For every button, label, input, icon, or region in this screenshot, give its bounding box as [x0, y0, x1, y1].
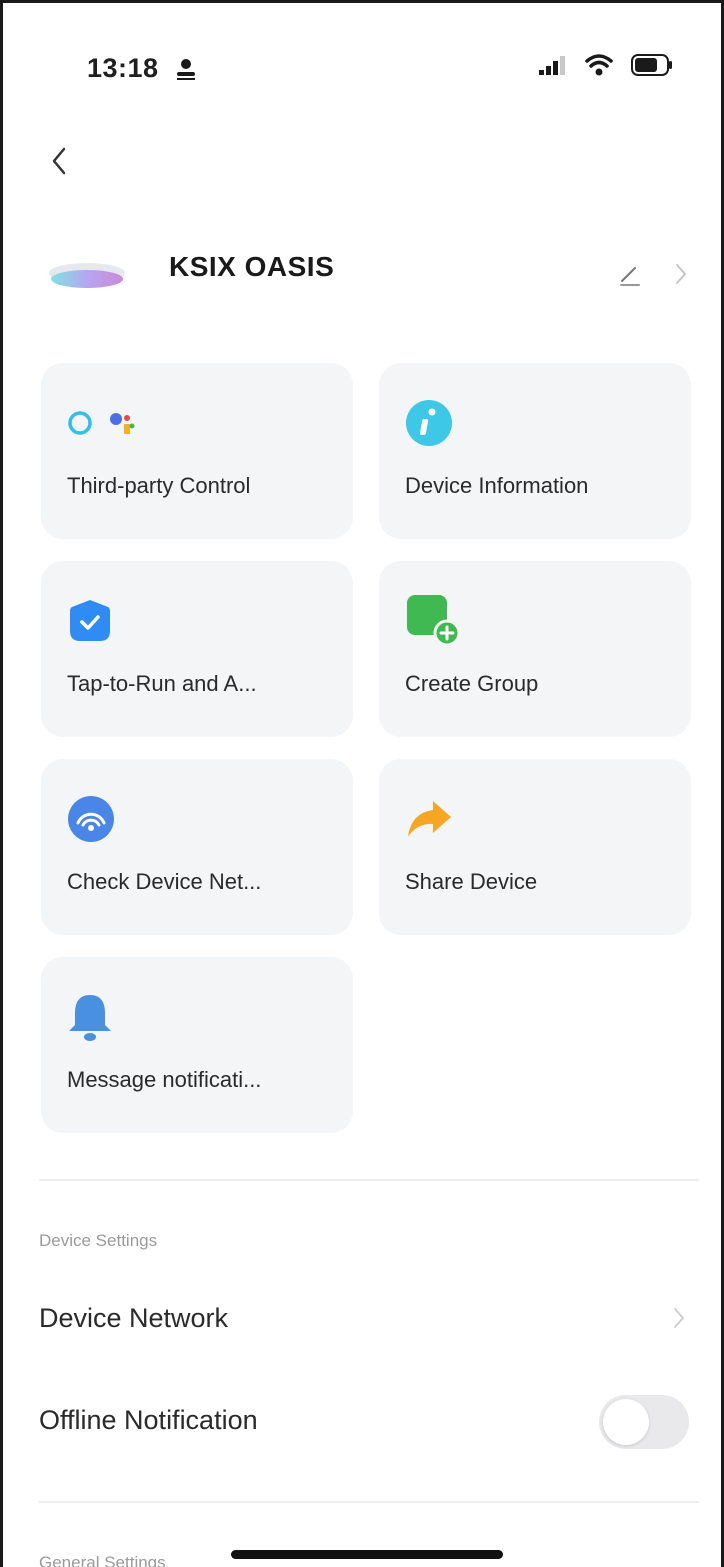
toggle-knob: [603, 1399, 649, 1445]
status-indicators: [537, 53, 673, 77]
alexa-icon: [68, 411, 92, 435]
edit-pencil-icon[interactable]: [617, 261, 643, 287]
general-settings-title: General Settings: [39, 1553, 166, 1567]
status-time: 13:18: [87, 53, 159, 83]
network-check-icon: [68, 796, 114, 842]
group-add-icon-wrap: [405, 595, 461, 647]
share-device-label: Share Device: [405, 869, 538, 894]
device-information-label: Device Information: [405, 473, 589, 498]
device-lamp-image: [49, 263, 125, 288]
tap-to-run-card[interactable]: Tap-to-Run and A...: [41, 561, 353, 737]
google-assistant-icon: [110, 413, 135, 434]
share-arrow-icon-wrap: [405, 795, 453, 843]
third-party-control-card[interactable]: Third-party Control: [41, 363, 353, 539]
wifi-icon: [585, 54, 613, 76]
home-indicator[interactable]: [231, 1550, 503, 1559]
info-icon: [406, 400, 452, 446]
phone-screen: 13:18 KSIX OASIS Third-party Control Dev…: [0, 0, 724, 1567]
status-bar: 13:18: [3, 51, 721, 87]
tap-to-run-label: Tap-to-Run and A...: [67, 671, 257, 696]
device-header[interactable]: KSIX OASIS: [39, 241, 699, 301]
third-party-icons: [67, 399, 137, 447]
back-button[interactable]: [41, 139, 77, 183]
check-shield-icon-wrap: [67, 597, 113, 645]
check-device-network-card[interactable]: Check Device Net...: [41, 759, 353, 935]
battery-icon: [631, 54, 672, 76]
bell-icon-wrap: [67, 993, 113, 1041]
device-network-label: Device Network: [39, 1303, 229, 1333]
share-device-card[interactable]: Share Device: [379, 759, 691, 935]
device-information-card[interactable]: Device Information: [379, 363, 691, 539]
share-arrow-icon: [408, 801, 451, 837]
message-notification-card[interactable]: Message notificati...: [41, 957, 353, 1133]
info-icon-wrap: [405, 399, 453, 447]
offline-notification-label: Offline Notification: [39, 1405, 258, 1435]
check-shield-icon: [70, 600, 110, 641]
create-group-label: Create Group: [405, 671, 539, 696]
divider: [39, 1501, 699, 1503]
offline-notification-toggle[interactable]: [599, 1395, 689, 1449]
person-icon: [177, 59, 195, 80]
group-add-icon: [407, 595, 461, 647]
device-settings-title: Device Settings: [39, 1231, 158, 1250]
cellular-signal-icon: [539, 56, 565, 75]
device-name: KSIX OASIS: [169, 251, 335, 282]
network-check-icon-wrap: [67, 795, 115, 843]
divider: [39, 1179, 699, 1181]
create-group-card[interactable]: Create Group: [379, 561, 691, 737]
bell-icon: [69, 995, 111, 1041]
chevron-left-icon: [52, 147, 66, 175]
message-notification-label: Message notificati...: [67, 1067, 262, 1092]
chevron-right-icon[interactable]: [673, 261, 689, 287]
chevron-right-icon: [674, 1308, 685, 1328]
third-party-control-label: Third-party Control: [67, 473, 251, 498]
check-device-network-label: Check Device Net...: [67, 869, 262, 894]
